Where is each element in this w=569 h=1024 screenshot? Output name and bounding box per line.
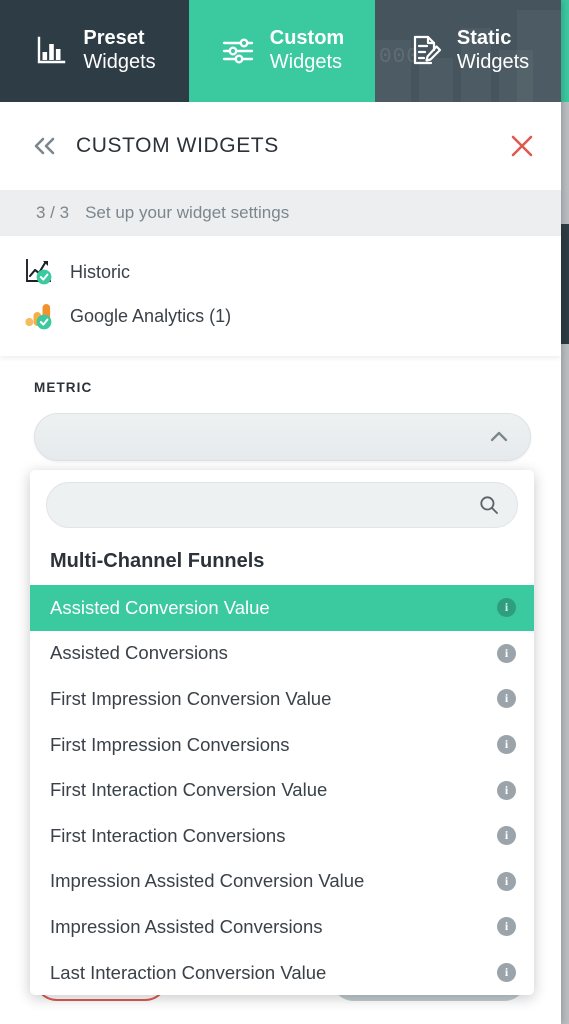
metric-search-input[interactable] — [65, 495, 479, 515]
search-icon — [479, 495, 499, 515]
dropdown-item-label: First Impression Conversion Value — [50, 688, 497, 710]
document-pencil-icon — [407, 33, 443, 69]
info-icon[interactable]: i — [497, 917, 516, 936]
dropdown-item[interactable]: Impression Assisted Conversionsi — [30, 904, 534, 950]
dropdown-item-label: Impression Assisted Conversion Value — [50, 870, 497, 892]
dropdown-item-list: Assisted Conversion ValueiAssisted Conve… — [30, 585, 534, 995]
source-row-historic[interactable]: Historic — [0, 250, 561, 294]
dropdown-item-label: Last Interaction Conversion Value — [50, 962, 497, 984]
metric-section: METRIC — [0, 356, 561, 461]
tab-static-line1: Static — [457, 27, 529, 51]
info-icon[interactable]: i — [497, 598, 516, 617]
info-icon[interactable]: i — [497, 826, 516, 845]
dropdown-item[interactable]: First Interaction Conversion Valuei — [30, 767, 534, 813]
info-icon[interactable]: i — [497, 735, 516, 754]
panel-header: CUSTOM WIDGETS — [0, 102, 561, 190]
step-count: 3 / 3 — [36, 203, 69, 223]
dropdown-item-label: First Interaction Conversion Value — [50, 779, 497, 801]
dropdown-item[interactable]: First Impression Conversion Valuei — [30, 676, 534, 722]
tab-custom-line1: Custom — [270, 27, 344, 51]
dropdown-item-label: Assisted Conversions — [50, 642, 497, 664]
source-label-historic: Historic — [70, 262, 130, 283]
dropdown-item-label: First Impression Conversions — [50, 734, 497, 756]
source-row-google-analytics[interactable]: Google Analytics (1) — [0, 294, 561, 338]
metric-search-field[interactable] — [46, 482, 518, 528]
info-icon[interactable]: i — [497, 644, 516, 663]
dropdown-item[interactable]: Assisted Conversionsi — [30, 631, 534, 677]
source-label-google-analytics: Google Analytics (1) — [70, 306, 231, 327]
dropdown-item-label: First Interaction Conversions — [50, 825, 497, 847]
info-icon[interactable]: i — [497, 781, 516, 800]
tab-preset-widgets[interactable]: Preset Widgets — [0, 0, 189, 102]
metric-dropdown: Multi-Channel Funnels Assisted Conversio… — [30, 470, 534, 995]
dropdown-group-label: Multi-Channel Funnels — [30, 540, 534, 585]
tab-static-line2: Widgets — [457, 51, 529, 75]
step-description: Set up your widget settings — [85, 203, 289, 223]
info-icon[interactable]: i — [497, 963, 516, 982]
dropdown-item-label: Impression Assisted Conversions — [50, 916, 497, 938]
tab-static-widgets[interactable]: 000 Static Widgets — [375, 0, 561, 102]
metric-label: METRIC — [34, 380, 531, 395]
close-panel-button[interactable] — [505, 129, 539, 163]
chevron-up-icon — [488, 426, 510, 448]
sliders-icon — [220, 33, 256, 69]
info-icon[interactable]: i — [497, 872, 516, 891]
double-chevron-left-icon — [31, 134, 59, 158]
collapse-panel-button[interactable] — [28, 129, 62, 163]
tab-static-label: Static Widgets — [457, 27, 529, 74]
dropdown-item[interactable]: First Interaction Conversionsi — [30, 813, 534, 859]
tab-custom-label: Custom Widgets — [270, 27, 344, 74]
dropdown-item[interactable]: Last Interaction Conversion Valuei — [30, 950, 534, 996]
dropdown-item-label: Assisted Conversion Value — [50, 597, 497, 619]
close-icon — [509, 133, 535, 159]
tab-preset-label: Preset Widgets — [83, 27, 155, 74]
info-icon[interactable]: i — [497, 689, 516, 708]
widget-type-tabbar: Preset Widgets — [0, 0, 561, 102]
selected-sources-list: Historic Google Analytics (1) — [0, 236, 561, 356]
dropdown-search-row — [30, 482, 534, 540]
dropdown-item[interactable]: Assisted Conversion Valuei — [30, 585, 534, 631]
screen-root: Preset Widgets — [0, 0, 569, 1024]
tab-preset-line2: Widgets — [83, 51, 155, 75]
google-analytics-icon — [24, 301, 58, 331]
custom-widgets-panel: Preset Widgets — [0, 0, 561, 1024]
step-indicator: 3 / 3 Set up your widget settings — [0, 190, 561, 236]
tab-custom-widgets[interactable]: Custom Widgets — [189, 0, 375, 102]
dropdown-item[interactable]: Impression Assisted Conversion Valuei — [30, 859, 534, 905]
dropdown-item[interactable]: First Impression Conversionsi — [30, 722, 534, 768]
page-title: CUSTOM WIDGETS — [76, 134, 505, 158]
tab-preset-line1: Preset — [83, 27, 155, 51]
tab-custom-line2: Widgets — [270, 51, 344, 75]
bar-chart-icon — [33, 33, 69, 69]
line-chart-icon — [24, 257, 58, 287]
metric-select[interactable] — [34, 413, 531, 461]
